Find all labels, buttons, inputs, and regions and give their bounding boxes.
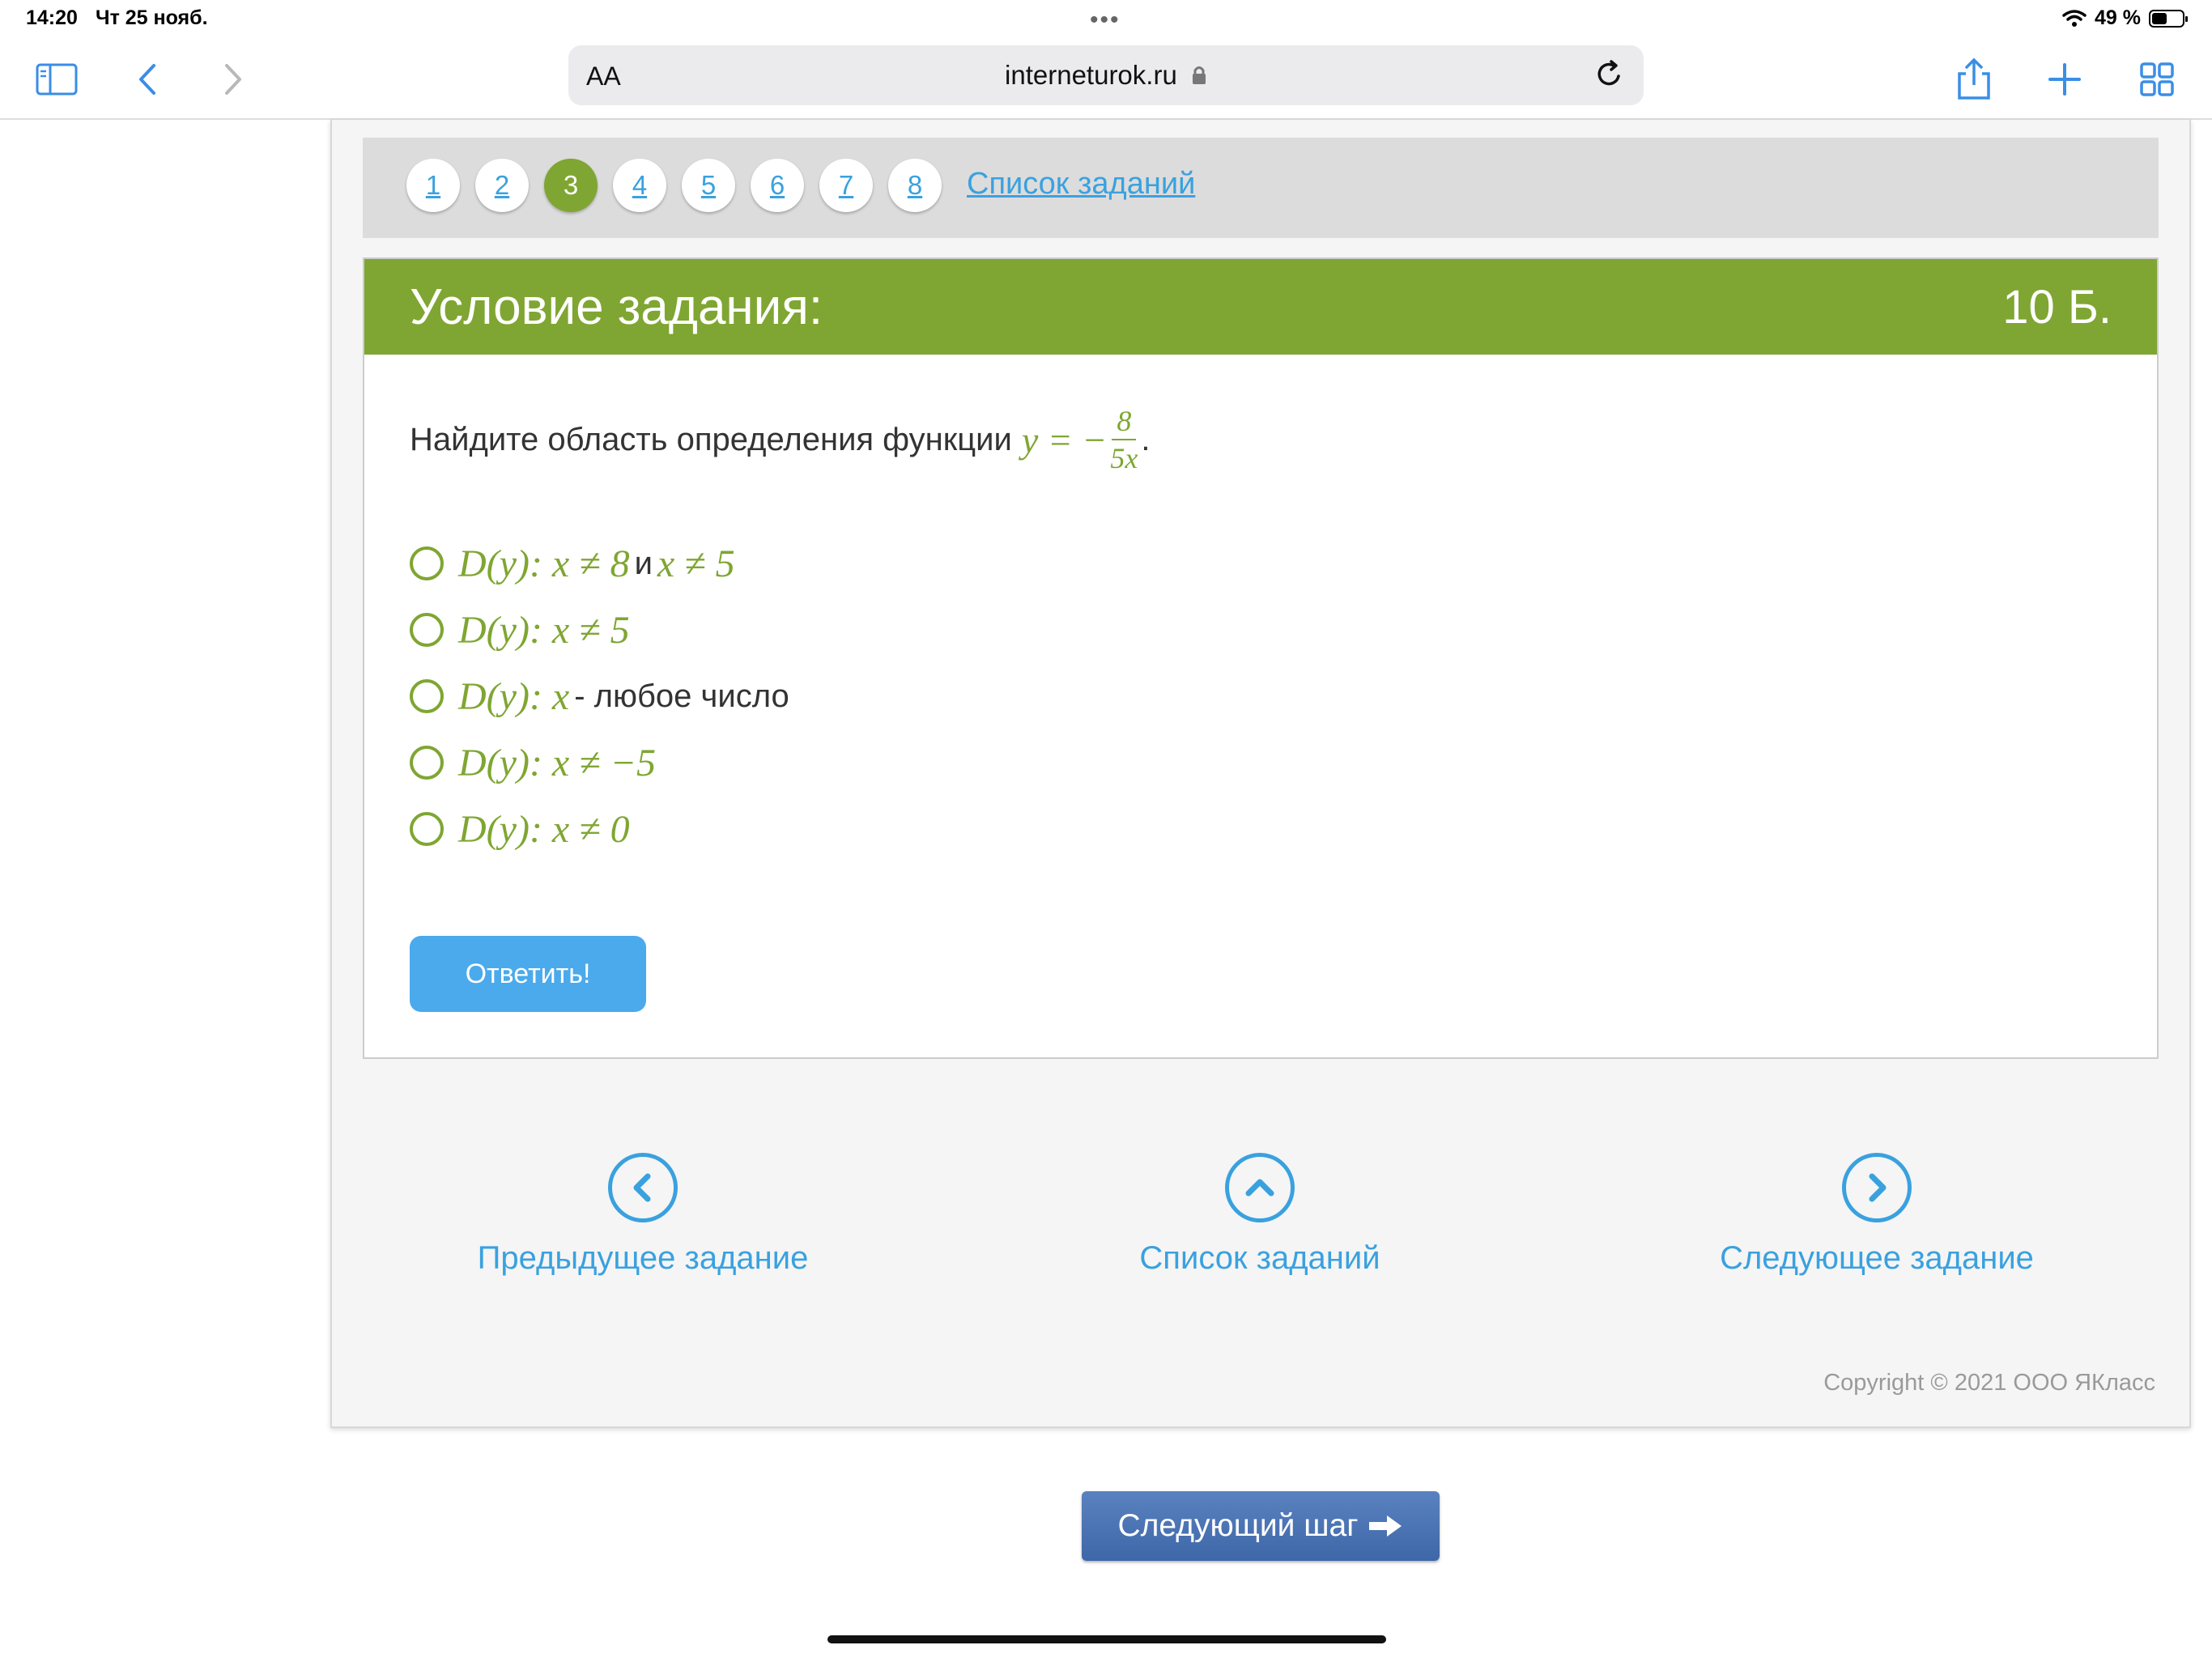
formula-numerator: 8 [1112,406,1137,440]
tabs-icon[interactable] [2134,57,2180,102]
task-list-link[interactable]: Список заданий [967,167,1195,202]
option-text: - любое число [574,678,789,714]
forward-icon[interactable] [211,57,256,102]
chevron-right-icon[interactable] [1842,1153,1912,1222]
browser-toolbar: AA interneturok.ru [0,39,2212,120]
lock-icon [1192,66,1206,84]
sidebar-icon[interactable] [34,57,79,102]
formula-lhs: y = − [1021,419,1108,461]
battery-icon [2149,9,2188,28]
url-display[interactable]: interneturok.ru [568,60,1644,91]
address-bar[interactable]: AA interneturok.ru [568,45,1644,105]
option-math: D(y): x ≠ 5 [458,608,630,652]
reload-icon[interactable] [1593,58,1626,95]
url-text: interneturok.ru [1005,60,1177,90]
option-text: и [634,545,653,581]
answer-button[interactable]: Ответить! [410,936,646,1012]
next-task-label[interactable]: Следующее задание [1666,1240,2087,1277]
copyright: Copyright © 2021 ООО ЯКласс [1823,1370,2155,1396]
answer-option[interactable]: D(y): x ≠ 8 и x ≠ 5 [410,539,735,588]
radio-button[interactable] [410,812,444,846]
formula-end: . [1141,421,1151,457]
option-math: D(y): x [458,674,570,718]
pager-item-6[interactable]: 6 [751,159,804,212]
pager-item-3[interactable]: 3 [544,159,598,212]
prev-task-nav[interactable]: Предыдущее задание [432,1153,853,1277]
option-math: D(y): x ≠ 8 [458,542,630,585]
radio-button[interactable] [410,546,444,580]
task-box: Условие задания: 10 Б. Найдите область о… [363,257,2159,1059]
answer-option[interactable]: D(y): x ≠ 0 [410,805,630,853]
radio-button[interactable] [410,746,444,780]
share-icon[interactable] [1951,57,1997,102]
task-points: 10 Б. [2002,281,2112,334]
formula-fraction: 8 5x [1110,406,1138,473]
arrow-right-icon [1369,1516,1402,1537]
back-icon[interactable] [125,57,170,102]
option-math: D(y): x ≠ 0 [458,807,630,851]
status-time: 14:20 [26,6,78,29]
formula-denominator: 5x [1110,442,1138,474]
next-step-label: Следующий шаг [1117,1508,1359,1543]
task-pager: 1 2 3 4 5 6 7 8 Список заданий [363,138,2159,238]
pager-item-8[interactable]: 8 [888,159,942,212]
radio-button[interactable] [410,679,444,713]
pager-item-2[interactable]: 2 [475,159,529,212]
chevron-up-icon[interactable] [1225,1153,1295,1222]
next-task-nav[interactable]: Следующее задание [1666,1153,2087,1277]
answer-option[interactable]: D(y): x ≠ 5 [410,606,630,654]
option-math: D(y): x ≠ −5 [458,741,656,784]
plus-icon[interactable] [2042,57,2087,102]
next-step-button[interactable]: Следующий шаг [1082,1491,1440,1561]
status-bar: 14:20 Чт 25 нояб. ••• 49 % [0,0,2212,39]
home-indicator [827,1635,1386,1643]
pager-item-4[interactable]: 4 [613,159,666,212]
option-math-2: x ≠ 5 [657,542,735,585]
task-list-nav[interactable]: Список заданий [1049,1153,1470,1277]
task-title: Условие задания: [410,279,823,335]
pager-item-1[interactable]: 1 [406,159,460,212]
task-header: Условие задания: 10 Б. [364,259,2157,355]
question-text: Найдите область определения функции [410,421,1012,457]
wifi-icon [2062,9,2087,27]
battery-percent: 49 % [2095,6,2141,29]
pager-item-5[interactable]: 5 [682,159,735,212]
question: Найдите область определения функции y = … [410,406,1150,473]
answer-option[interactable]: D(y): x - любое число [410,672,794,721]
radio-button[interactable] [410,613,444,647]
prev-task-label[interactable]: Предыдущее задание [432,1240,853,1277]
pager-item-7[interactable]: 7 [819,159,873,212]
multitasking-dots[interactable]: ••• [1090,6,1121,34]
answer-option[interactable]: D(y): x ≠ −5 [410,738,656,787]
status-right: 49 % [2062,6,2188,30]
chevron-left-icon[interactable] [608,1153,678,1222]
task-list-label[interactable]: Список заданий [1049,1240,1470,1277]
status-date: Чт 25 нояб. [96,6,208,29]
